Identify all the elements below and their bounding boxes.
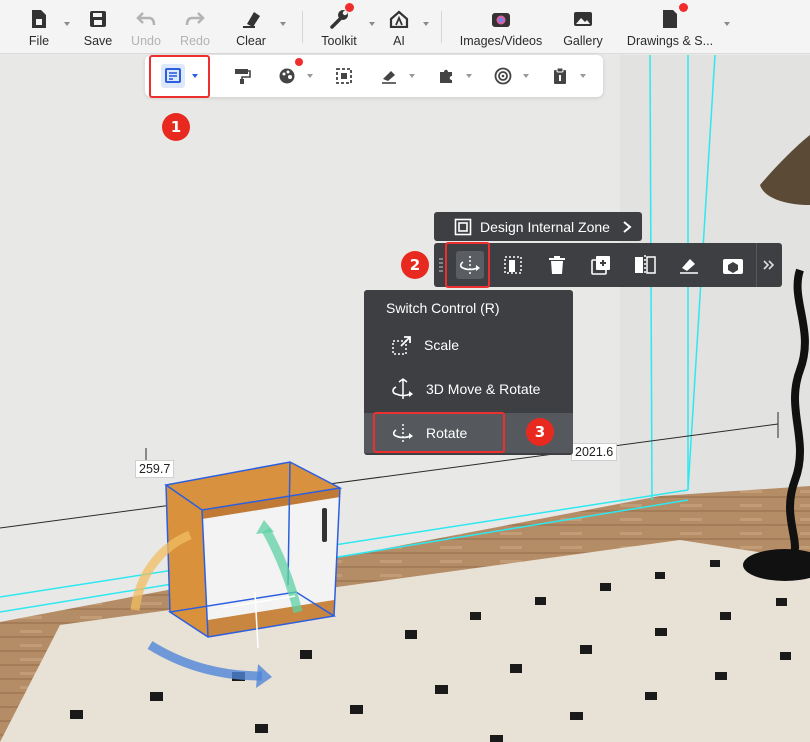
mirror-icon	[635, 255, 656, 275]
highlight-box-2	[445, 242, 490, 288]
notification-dot	[345, 3, 354, 12]
dimension-label-left: 259.7	[135, 460, 175, 478]
redo-icon	[184, 8, 206, 30]
ai-button[interactable]: AI	[379, 0, 429, 54]
ai-house-icon	[388, 8, 410, 30]
undo-button[interactable]: Undo	[122, 0, 170, 54]
chevron-down-icon	[523, 74, 529, 78]
scale-icon	[392, 336, 411, 355]
delete-button[interactable]	[543, 251, 571, 279]
select-area-icon	[336, 68, 352, 84]
undo-label: Undo	[131, 34, 161, 48]
images-videos-label: Images/Videos	[459, 34, 543, 48]
chevron-down-icon	[307, 74, 313, 78]
trash-icon	[549, 256, 565, 274]
clipboard-button[interactable]	[548, 64, 572, 88]
dimension-label-right: 2021.6	[571, 443, 618, 461]
design-internal-zone-label: Design Internal Zone	[480, 218, 610, 235]
design-internal-zone-button[interactable]: Design Internal Zone	[434, 212, 642, 241]
mirror-button[interactable]	[631, 251, 659, 279]
chevron-down-icon	[724, 22, 730, 26]
step-badge-1: 1	[162, 113, 190, 141]
save-label: Save	[83, 34, 113, 48]
ruler-brush-icon	[382, 71, 396, 84]
document-icon	[659, 8, 681, 30]
chevron-down-icon	[466, 74, 472, 78]
drawings-button[interactable]: Drawings & S...	[624, 0, 730, 54]
target-icon	[494, 67, 512, 85]
chevron-down-icon	[280, 22, 286, 26]
chevron-right-icon	[623, 220, 632, 233]
chevron-down-icon	[409, 74, 415, 78]
menu-item-label: Scale	[424, 337, 460, 353]
ruler-brush-icon	[680, 259, 698, 274]
undo-icon	[135, 8, 157, 30]
top-toolbar: File Save Undo Redo Clear Toolkit AI Ima…	[0, 0, 810, 54]
highlight-box-1	[149, 55, 210, 98]
redo-button[interactable]: Redo	[170, 0, 220, 54]
camera-icon	[490, 8, 512, 30]
toolkit-button[interactable]: Toolkit	[313, 0, 375, 54]
paint-roller-button[interactable]	[230, 64, 254, 88]
gallery-button[interactable]: Gallery	[558, 0, 608, 54]
chevron-down-icon	[580, 74, 586, 78]
zone-icon	[454, 218, 472, 235]
more-button[interactable]	[760, 251, 778, 279]
drag-handle-icon[interactable]	[439, 257, 443, 273]
menu-title: Switch Control (R)	[386, 300, 500, 316]
secondary-toolbar	[145, 55, 603, 97]
menu-item-label: 3D Move & Rotate	[426, 381, 541, 397]
resize-icon	[504, 256, 522, 274]
measure-object-button[interactable]	[675, 251, 703, 279]
file-label: File	[28, 34, 50, 48]
clear-button[interactable]: Clear	[226, 0, 286, 54]
camera-cube-icon	[723, 259, 743, 274]
select-area-button[interactable]	[332, 64, 356, 88]
toolkit-label: Toolkit	[321, 34, 357, 48]
menu-item-3d-move-rotate[interactable]: 3D Move & Rotate	[364, 369, 573, 409]
puzzle-icon	[440, 69, 452, 83]
step-badge-2: 2	[401, 251, 429, 279]
duplicate-icon	[591, 256, 610, 275]
images-videos-button[interactable]: Images/Videos	[454, 0, 548, 54]
double-chevron-right-icon	[763, 260, 775, 270]
replace-model-button[interactable]	[719, 251, 747, 279]
plugins-button[interactable]	[434, 64, 458, 88]
clear-label: Clear	[236, 34, 266, 48]
save-button[interactable]: Save	[74, 0, 122, 54]
redo-label: Redo	[180, 34, 210, 48]
menu-item-scale[interactable]: Scale	[364, 325, 573, 365]
eraser-icon	[240, 8, 262, 30]
toolbar-divider	[441, 11, 442, 43]
file-icon	[28, 8, 50, 30]
chevron-down-icon	[64, 22, 70, 26]
paint-roller-icon	[235, 69, 251, 84]
step-badge-3: 3	[526, 418, 554, 446]
toolbar-divider	[302, 11, 303, 43]
chevron-down-icon	[369, 22, 375, 26]
measure-button[interactable]	[377, 64, 401, 88]
target-button[interactable]	[491, 64, 515, 88]
duplicate-button[interactable]	[587, 251, 615, 279]
gallery-label: Gallery	[563, 34, 603, 48]
ai-label: AI	[393, 34, 405, 48]
material-button[interactable]	[275, 64, 299, 88]
clipboard-icon	[554, 67, 566, 84]
highlight-box-3	[373, 412, 505, 453]
image-icon	[572, 8, 594, 30]
palette-icon	[279, 68, 295, 84]
save-icon	[87, 8, 109, 30]
notification-dot	[679, 3, 688, 12]
chevron-down-icon	[423, 22, 429, 26]
notification-dot	[295, 58, 303, 66]
toolbar-divider	[756, 243, 757, 287]
move-rotate-icon	[392, 378, 413, 399]
resize-button[interactable]	[500, 251, 528, 279]
file-menu-button[interactable]: File	[18, 0, 70, 54]
drawings-label: Drawings & S...	[626, 34, 714, 48]
